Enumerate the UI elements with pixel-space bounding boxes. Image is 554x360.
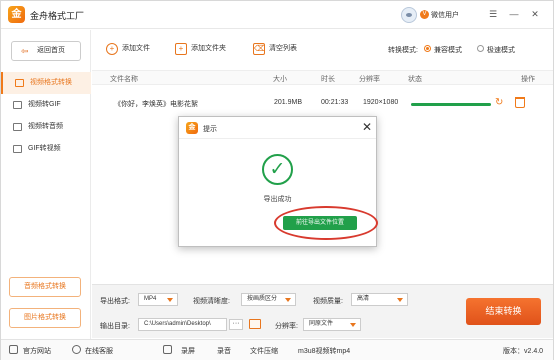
col-name: 文件名称 (110, 76, 138, 83)
output-path-field[interactable]: C:\Users\admin\Desktop\ (138, 318, 227, 331)
progress-fill (411, 103, 491, 106)
m3u8-link[interactable]: m3u8视频转mp4 (298, 346, 350, 356)
sidebar-item-video-convert[interactable]: 视频格式转换 (1, 72, 91, 94)
website-icon (9, 345, 18, 354)
file-resolution: 1920×1080 (363, 99, 399, 106)
app-window: 金 金舟格式工厂 V 微信用户 ☰ — ✕ ⇦ 返回首页 视频格式转换 视频转G… (0, 0, 554, 360)
folder-add-icon: + (175, 43, 187, 55)
col-action: 操作 (521, 76, 535, 83)
col-resolution: 分辨率 (359, 76, 380, 83)
dialog-title: 提示 (203, 126, 217, 133)
file-duration: 00:21:33 (321, 99, 349, 106)
clear-list-label: 清空列表 (269, 45, 297, 52)
col-size: 大小 (273, 76, 287, 83)
video-format-icon (15, 79, 24, 87)
mode-compat-label[interactable]: 兼容模式 (434, 45, 462, 55)
back-home-label: 返回首页 (37, 47, 65, 54)
record-audio-link[interactable]: 录音 (217, 346, 231, 356)
check-circle-icon: ✓ (262, 154, 293, 185)
file-name: 《你好，李焕英》电影花絮 (114, 101, 198, 108)
close-icon[interactable]: ✕ (361, 120, 373, 134)
add-file-label: 添加文件 (122, 45, 150, 52)
sidebar-item-label: 视频格式转换 (30, 79, 72, 86)
format-select[interactable]: MP4 (138, 293, 178, 306)
back-arrow-icon: ⇦ (21, 46, 29, 56)
sidebar-item-gif-to-video[interactable]: GIF转视频 (1, 138, 91, 160)
close-window-icon[interactable]: ✕ (529, 8, 541, 20)
file-size: 201.9MB (274, 99, 303, 106)
app-logo-icon: 金 (8, 6, 25, 23)
clarity-value: 按画质区分 (247, 296, 278, 302)
mode-compat-radio[interactable] (424, 45, 431, 52)
plus-icon: + (106, 43, 118, 55)
add-file-button[interactable]: + 添加文件 (102, 41, 150, 57)
quality-label: 视频质量: (313, 298, 343, 305)
record-screen-icon (163, 345, 172, 354)
sidebar-item-label: GIF转视频 (28, 145, 61, 152)
user-avatar[interactable] (401, 7, 417, 23)
conversion-progress (411, 103, 491, 106)
resolution-label: 分辨率: (275, 323, 298, 330)
mode-fast-label[interactable]: 极速模式 (487, 45, 515, 55)
resolution-select[interactable]: 同原文件 (303, 318, 361, 331)
footer: 官方网站 在线客服 录屏 录音 文件压缩 m3u8视频转mp4 版本：v2.4.… (1, 339, 553, 360)
sidebar-item-label: 视频转音频 (28, 123, 63, 130)
clear-list-button[interactable]: ⌫ 清空列表 (249, 41, 297, 57)
support-link[interactable]: 在线客服 (85, 346, 113, 356)
browse-button[interactable]: ··· (229, 319, 243, 330)
chevron-down-icon (167, 298, 173, 302)
clarity-select[interactable]: 按画质区分 (241, 293, 296, 306)
audio-icon (13, 123, 22, 131)
chevron-down-icon (397, 298, 403, 302)
mode-label: 转换模式: (388, 47, 418, 54)
vip-badge-icon: V (420, 10, 429, 19)
website-link[interactable]: 官方网站 (23, 346, 51, 356)
dialog-header: 金 提示 ✕ (179, 117, 376, 139)
quality-value: 高清 (357, 296, 370, 302)
mode-fast-radio[interactable] (477, 45, 484, 52)
sidebar-item-video-to-audio[interactable]: 视频转音频 (1, 116, 91, 138)
output-label: 输出目录: (100, 323, 130, 330)
support-icon (72, 345, 81, 354)
add-folder-button[interactable]: + 添加文件夹 (171, 41, 226, 57)
app-title: 金舟格式工厂 (30, 11, 85, 21)
menu-icon[interactable]: ☰ (487, 8, 499, 20)
app-logo-icon: 金 (186, 122, 198, 134)
image-format-button[interactable]: 图片格式转换 (9, 308, 81, 328)
trash-icon[interactable] (515, 97, 525, 108)
format-value: MP4 (144, 296, 157, 302)
clear-icon: ⌫ (253, 43, 266, 55)
gif-video-icon (13, 145, 22, 153)
output-path: C:\Users\admin\Desktop\ (144, 321, 211, 327)
folder-icon[interactable] (249, 319, 261, 329)
highlight-annotation (274, 206, 378, 240)
quality-select[interactable]: 高清 (351, 293, 408, 306)
col-duration: 时长 (321, 76, 335, 83)
format-label: 导出格式: (100, 298, 130, 305)
dialog-message: 导出成功 (263, 196, 292, 203)
sidebar: ⇦ 返回首页 视频格式转换 视频转GIF 视频转音频 GIF转视频 音频格式转换… (1, 30, 91, 339)
record-screen-link[interactable]: 录屏 (181, 346, 195, 356)
user-name[interactable]: 微信用户 (431, 10, 459, 20)
title-bar: 金 金舟格式工厂 V 微信用户 ☰ — ✕ (1, 1, 553, 29)
gif-icon (13, 101, 22, 109)
chevron-down-icon (285, 298, 291, 302)
sidebar-item-video-to-gif[interactable]: 视频转GIF (1, 94, 91, 116)
table-header: 文件名称 大小 时长 分辨率 状态 操作 (92, 70, 553, 85)
audio-format-button[interactable]: 音频格式转换 (9, 277, 81, 297)
col-status: 状态 (408, 76, 422, 83)
back-home-button[interactable]: ⇦ 返回首页 (11, 41, 81, 61)
clarity-label: 视频清晰度: (193, 298, 230, 305)
finish-convert-button[interactable]: 结束转换 (466, 298, 541, 325)
sidebar-item-label: 视频转GIF (28, 101, 61, 108)
compress-link[interactable]: 文件压缩 (250, 346, 278, 356)
add-folder-label: 添加文件夹 (191, 45, 226, 52)
version-text: 版本：v2.4.0 (503, 348, 544, 355)
resolution-value: 同原文件 (309, 321, 334, 327)
refresh-icon[interactable]: ↻ (495, 97, 506, 108)
minimize-icon[interactable]: — (508, 8, 520, 20)
chevron-down-icon (350, 323, 356, 327)
